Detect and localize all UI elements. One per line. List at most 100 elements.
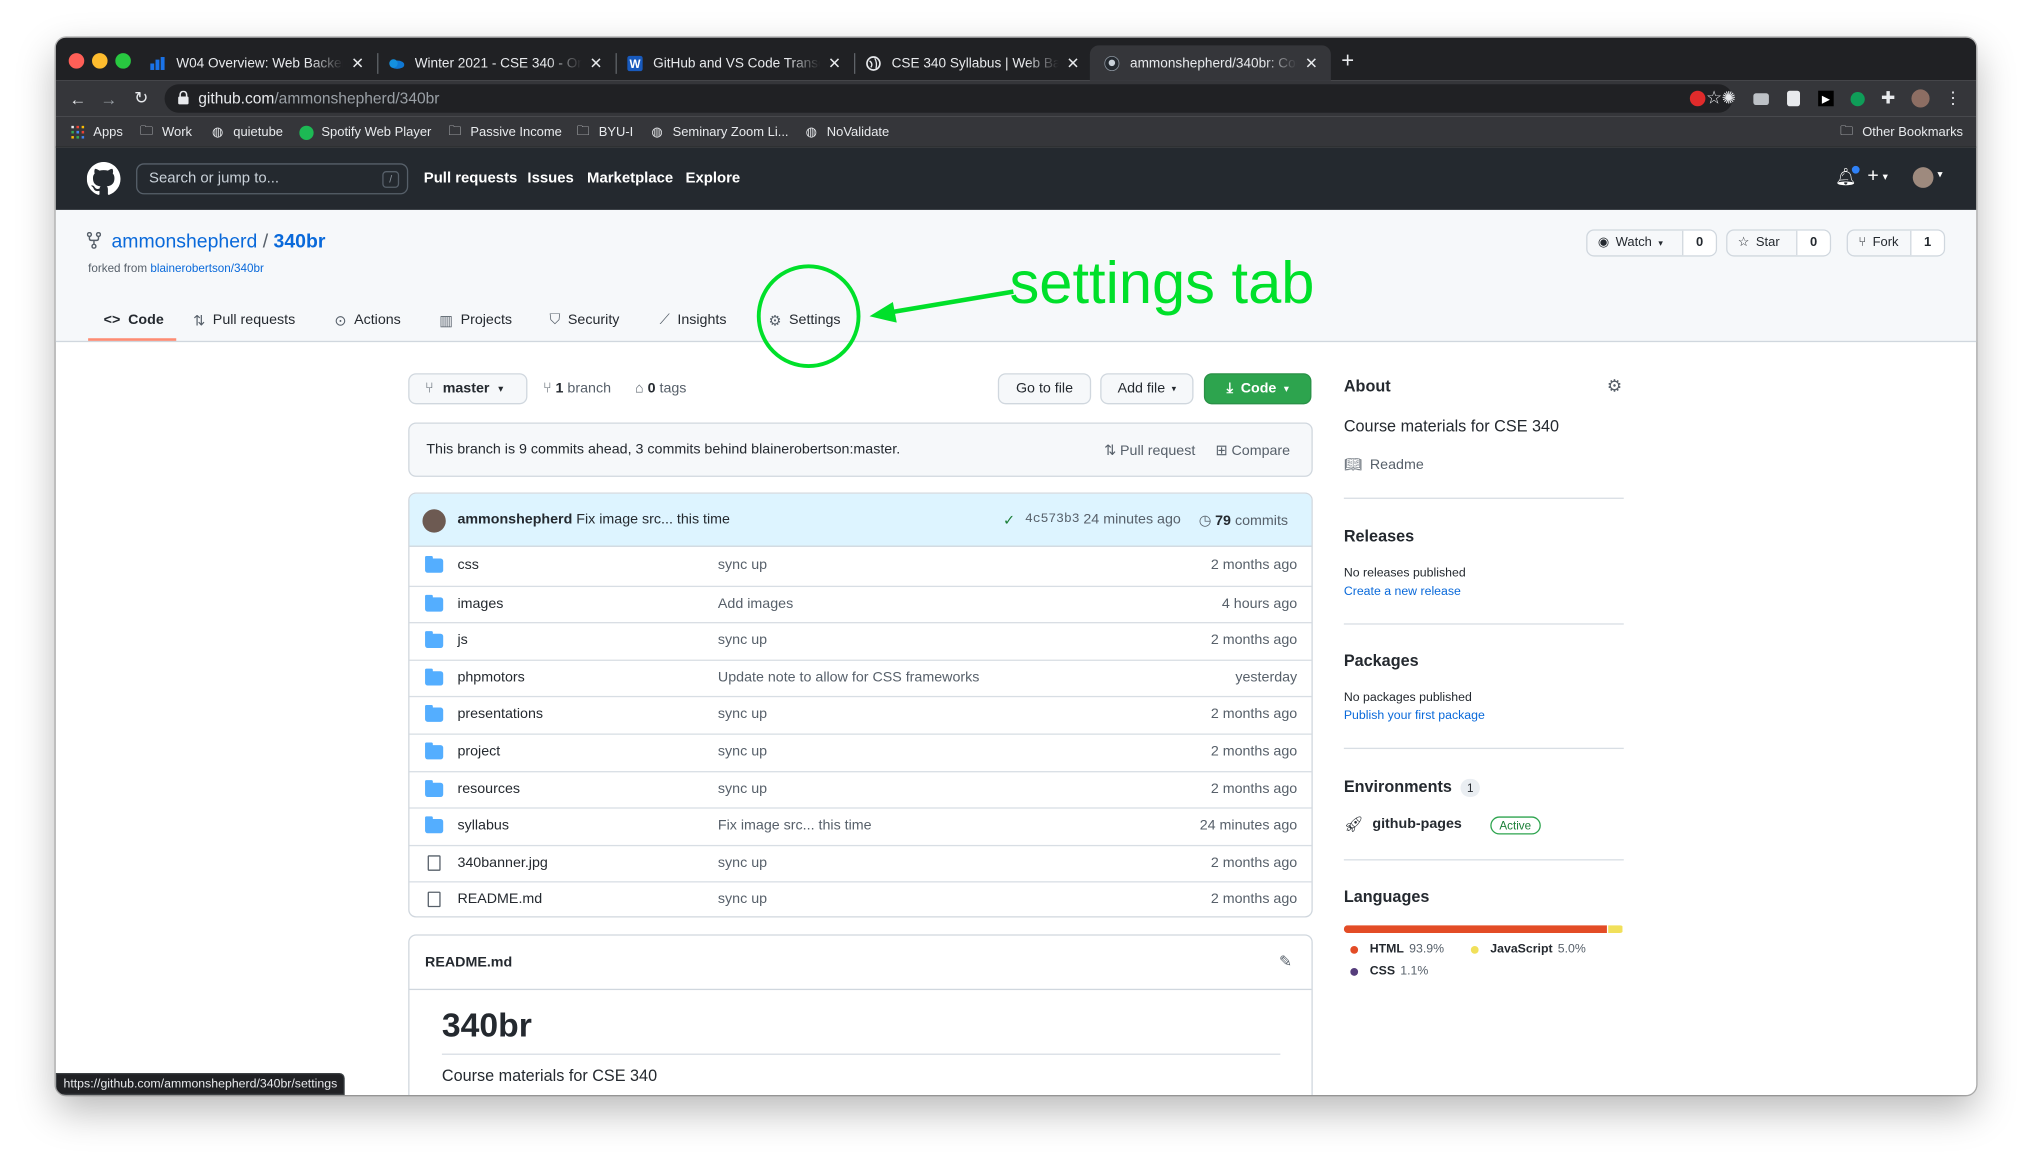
bookmark-work[interactable]: 🗀 Work	[139, 122, 192, 143]
file-name-link[interactable]: js	[457, 633, 467, 649]
bookmark-apps[interactable]: Apps	[70, 122, 123, 143]
maximize-window-button[interactable]	[115, 53, 131, 69]
watch-count[interactable]: 0	[1682, 230, 1716, 256]
file-row[interactable]: project sync up 2 months ago	[409, 733, 1312, 770]
notifications-bell-icon[interactable]: 🔔︎	[1835, 165, 1859, 188]
new-tab-button[interactable]: +	[1341, 49, 1354, 71]
file-row[interactable]: css sync up 2 months ago	[410, 548, 1312, 585]
tab-pull-requests[interactable]: ⇅ Pull requests	[193, 301, 295, 340]
file-row[interactable]: phpmotors Update note to allow for CSS fr…	[409, 659, 1312, 696]
close-tab-icon[interactable]: ✕	[590, 54, 603, 72]
tab-actions[interactable]: ⊙ Actions	[334, 301, 400, 340]
fork-button[interactable]: ⑂ Fork 1	[1846, 229, 1946, 257]
file-commit-message[interactable]: sync up	[718, 744, 767, 760]
tab-code[interactable]: <> Code	[104, 301, 164, 340]
file-row[interactable]: js sync up 2 months ago	[409, 622, 1312, 659]
file-commit-message[interactable]: sync up	[718, 855, 767, 871]
environment-name[interactable]: github-pages	[1372, 816, 1461, 832]
go-to-file-button[interactable]: Go to file	[997, 373, 1092, 405]
file-name-link[interactable]: project	[457, 744, 500, 760]
file-row[interactable]: syllabus Fix image src... this time 24 min…	[409, 807, 1312, 845]
search-input[interactable]: Search or jump to... /	[136, 163, 409, 195]
compare-link[interactable]: ⊞ Compare	[1216, 442, 1291, 459]
user-avatar[interactable]	[1912, 167, 1934, 188]
forward-icon[interactable]: →	[97, 87, 120, 110]
close-window-button[interactable]	[68, 53, 85, 69]
file-row[interactable]: README.md sync up 2 months ago	[409, 881, 1312, 916]
bookmark-quietube[interactable]: ◍ quietube	[210, 122, 283, 143]
create-release-link[interactable]: Create a new release	[1344, 584, 1461, 598]
edit-pencil-icon[interactable]: ✎	[1279, 952, 1292, 970]
github-logo-icon[interactable]	[86, 161, 121, 196]
file-commit-message[interactable]: sync up	[718, 633, 767, 649]
tags-link[interactable]: ⌂ 0 tags	[635, 381, 686, 397]
file-row[interactable]: resources sync up 2 months ago	[409, 770, 1312, 808]
other-bookmarks[interactable]: 🗀 Other Bookmarks	[1839, 122, 1963, 143]
tab-insights[interactable]: ⟋ Insights	[660, 301, 727, 340]
nav-explore[interactable]: Explore	[686, 171, 741, 187]
tab-projects[interactable]: ▥ Projects	[439, 301, 512, 340]
commit-author[interactable]: ammonshepherd	[457, 512, 572, 528]
file-row[interactable]: presentations sync up 2 months ago	[409, 696, 1312, 733]
environments-title[interactable]: Environments	[1344, 778, 1452, 796]
browser-tab-active[interactable]: ammonshepherd/340br: Cours ✕	[1089, 45, 1331, 81]
extension-arrow-icon[interactable]	[1782, 87, 1805, 110]
file-name-link[interactable]: 340banner.jpg	[457, 855, 547, 871]
publish-package-link[interactable]: Publish your first package	[1344, 709, 1485, 723]
file-commit-message[interactable]: sync up	[718, 707, 767, 723]
file-name-link[interactable]: presentations	[457, 707, 543, 723]
repo-name-link[interactable]: 340br	[274, 231, 326, 253]
file-commit-message[interactable]: sync up	[718, 557, 767, 573]
file-commit-message[interactable]: sync up	[718, 892, 767, 908]
repo-owner-link[interactable]: ammonshepherd	[111, 231, 257, 253]
language-item[interactable]: HTML 93.9%	[1350, 942, 1444, 956]
close-tab-icon[interactable]: ✕	[1305, 54, 1318, 72]
nav-issues[interactable]: Issues	[527, 171, 573, 187]
star-button[interactable]: ☆ Star 0	[1726, 229, 1832, 257]
file-commit-message[interactable]: Add images	[718, 596, 793, 612]
browser-tab[interactable]: W04 Overview: Web Backend I ✕	[136, 45, 377, 80]
file-name-link[interactable]: resources	[457, 781, 520, 797]
back-icon[interactable]: ←	[66, 87, 89, 110]
address-bar[interactable]: github.com/ammonshepherd/340br ☆	[164, 84, 1733, 113]
bookmark-byui[interactable]: 🗀 BYU-I	[575, 122, 634, 143]
commit-sha[interactable]: 4c573b3	[1025, 513, 1079, 527]
extension-play-icon[interactable]: ▶	[1814, 87, 1837, 110]
branch-select-button[interactable]: ⑂ master ▾	[408, 373, 528, 405]
language-item[interactable]: JavaScript 5.0%	[1470, 942, 1586, 956]
pull-request-link[interactable]: ⇅ Pull request	[1104, 442, 1195, 459]
extension-gear-icon[interactable]: ✺	[1717, 87, 1740, 110]
file-commit-message[interactable]: Update note to allow for CSS frameworks	[718, 670, 979, 686]
file-name-link[interactable]: syllabus	[457, 818, 509, 834]
code-button[interactable]: ⤓ Code ▾	[1203, 373, 1312, 405]
readme-link[interactable]: 📖︎ Readme	[1344, 456, 1424, 473]
add-file-button[interactable]: Add file ▾	[1100, 373, 1194, 405]
packages-title[interactable]: Packages	[1344, 652, 1419, 670]
browser-menu-icon[interactable]: ⋮	[1941, 87, 1964, 110]
browser-tab[interactable]: Winter 2021 - CSE 340 - OneD ✕	[375, 45, 616, 80]
file-row[interactable]: images Add images 4 hours ago	[409, 585, 1312, 622]
bookmark-spotify[interactable]: Spotify Web Player	[298, 122, 431, 143]
file-row[interactable]: 340banner.jpg sync up 2 months ago	[409, 844, 1312, 882]
file-commit-message[interactable]: sync up	[718, 781, 767, 797]
extensions-puzzle-icon[interactable]: ✚	[1876, 87, 1899, 110]
browser-tab[interactable]: W GitHub and VS Code Transcript ✕	[613, 45, 854, 80]
file-name-link[interactable]: css	[457, 557, 478, 573]
branches-link[interactable]: ⑂ 1 branch	[543, 381, 611, 397]
close-tab-icon[interactable]: ✕	[1066, 54, 1079, 72]
forked-from-link[interactable]: blainerobertson/340br	[150, 262, 263, 275]
extension-red-icon[interactable]	[1686, 87, 1709, 110]
releases-title[interactable]: Releases	[1344, 527, 1414, 545]
minimize-window-button[interactable]	[92, 53, 108, 69]
profile-avatar[interactable]	[1909, 87, 1932, 110]
bookmark-novalidate[interactable]: ◍ NoValidate	[803, 122, 890, 143]
watch-button[interactable]: ◉ Watch ▾ 0	[1586, 229, 1718, 257]
browser-tab[interactable]: CSE 340 Syllabus | Web Backe ✕	[851, 45, 1092, 80]
file-name-link[interactable]: README.md	[457, 892, 542, 908]
star-count[interactable]: 0	[1796, 230, 1830, 256]
bookmark-seminary-zoom[interactable]: ◍ Seminary Zoom Li...	[649, 122, 788, 143]
extension-green-icon[interactable]	[1845, 87, 1868, 110]
language-item[interactable]: CSS 1.1%	[1350, 964, 1428, 978]
extension-camera-icon[interactable]	[1749, 87, 1772, 110]
tab-security[interactable]: ⛉ Security	[549, 301, 619, 340]
